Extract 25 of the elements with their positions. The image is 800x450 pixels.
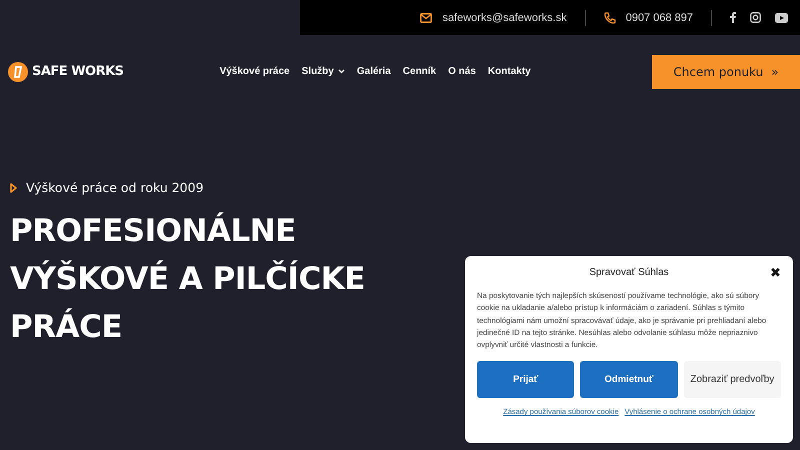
video-play-icon[interactable] [775,12,788,22]
dialog-title: Spravovať Súhlas [589,267,669,278]
nav-link[interactable]: Výškové práce [220,66,290,77]
logo-icon [8,62,28,82]
email-link[interactable]: safeworks@safeworks.sk [442,12,567,24]
chevron-down-icon [338,69,345,74]
mail-icon [420,12,432,22]
nav-link[interactable]: Galéria [356,66,391,77]
nav-link[interactable]: O nás [448,66,476,77]
phone-link[interactable]: 0907 068 897 [626,12,693,24]
hero-heading: PROFESIONÁLNE VÝŠKOVÉ A PILČÍCKE PRÁCE [10,211,365,347]
instagram-icon[interactable] [750,12,761,23]
nav-link[interactable]: Kontakty [488,66,531,77]
logo-text[interactable]: SAFE WORKS [32,64,124,79]
consent-button[interactable]: Prijať [477,361,574,398]
hero-tagline: Výškové práce od roku 2009 [26,180,204,195]
nav-link[interactable]: Cenník [402,66,436,77]
consent-button[interactable]: Zobraziť predvoľby [684,361,781,398]
quote-button[interactable]: Chcem ponuku » [652,54,800,88]
facebook-icon[interactable] [730,12,736,23]
phone-icon [604,12,616,24]
nav-link[interactable]: Služby [302,66,345,77]
close-button[interactable]: ✖ [770,265,781,280]
play-icon [10,182,17,192]
consent-button[interactable]: Odmietnuť [580,361,678,398]
